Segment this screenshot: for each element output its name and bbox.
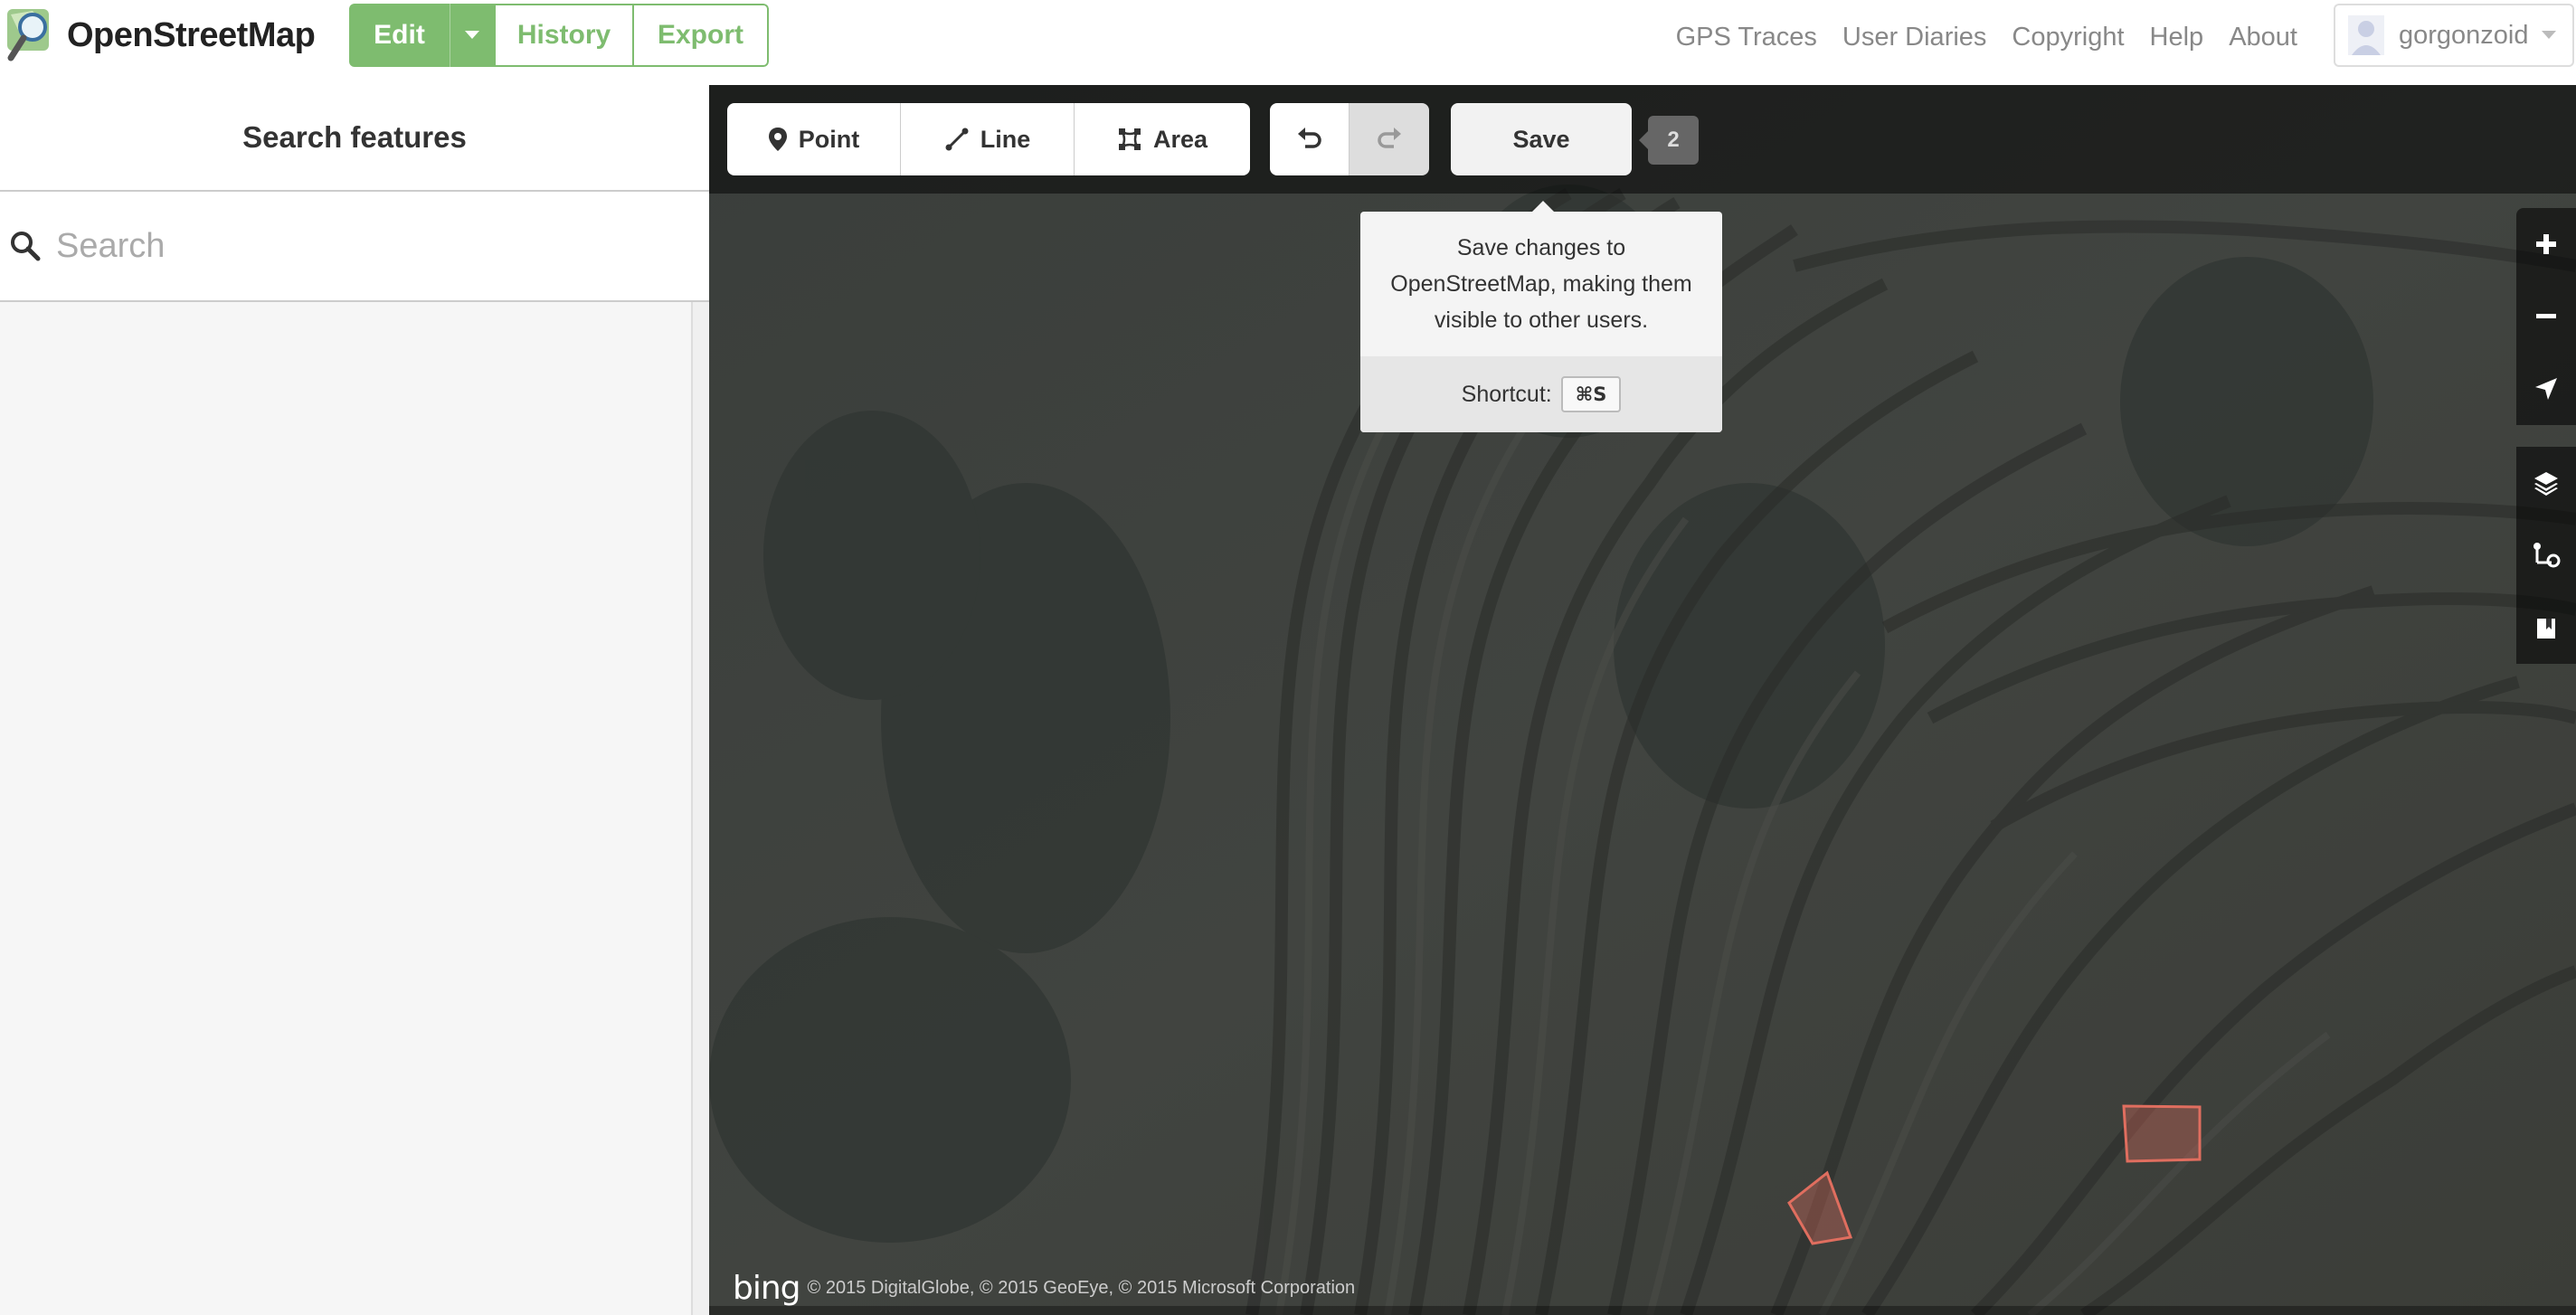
geolocate-icon [2535, 378, 2557, 400]
save-tooltip: Save changes to OpenStreetMap, making th… [1360, 201, 1722, 432]
add-line-button[interactable]: Line [901, 103, 1075, 175]
edit-button-group: Edit History Export [349, 4, 769, 67]
search-bar [0, 192, 709, 302]
map-controls [2516, 208, 2576, 664]
shortcut-label: Shortcut: [1461, 381, 1552, 407]
sidebar-title: Search features [0, 85, 709, 192]
nav-gps-traces[interactable]: GPS Traces [1676, 18, 1817, 56]
layers-icon [2534, 472, 2558, 496]
mode-buttons: Point Line Area [727, 103, 1250, 175]
map-data-button[interactable] [2516, 519, 2576, 591]
imagery-attribution: bing © 2015 DigitalGlobe, © 2015 GeoEye,… [733, 1270, 1355, 1307]
map-footer-bar [709, 1306, 2576, 1315]
area-label: Area [1152, 125, 1208, 153]
username: gorgonzoid [2399, 20, 2529, 50]
attribution-text: © 2015 DigitalGlobe, © 2015 GeoEye, © 20… [807, 1278, 1356, 1298]
zoom-in-icon [2536, 234, 2556, 254]
edit-dropdown-button[interactable] [450, 4, 494, 67]
caret-down-icon [2541, 31, 2556, 39]
line-icon [945, 128, 969, 151]
help-button[interactable] [2516, 591, 2576, 664]
redo-icon [1378, 128, 1401, 148]
caret-down-icon [465, 31, 479, 39]
nav-help[interactable]: Help [2150, 18, 2204, 56]
nav-user-diaries[interactable]: User Diaries [1842, 18, 1987, 56]
redo-button[interactable] [1350, 103, 1429, 175]
search-icon [11, 232, 41, 261]
edit-button[interactable]: Edit [349, 4, 450, 67]
zoom-out-icon [2536, 314, 2556, 318]
export-button[interactable]: Export [633, 4, 769, 67]
top-header: OpenStreetMap Edit History Export GPS Tr… [0, 0, 2576, 85]
zoom-out-button[interactable] [2516, 280, 2576, 353]
point-label: Point [798, 125, 860, 153]
search-input[interactable] [54, 213, 691, 279]
undo-button[interactable] [1270, 103, 1350, 175]
add-area-button[interactable]: Area [1075, 103, 1250, 175]
shortcut-key: ⌘S [1560, 376, 1622, 412]
sidebar-scrollbar[interactable] [691, 302, 711, 1315]
secondary-nav: GPS Traces User Diaries Copyright Help A… [1676, 18, 2297, 56]
undo-redo-buttons [1270, 103, 1429, 175]
background-layers-button[interactable] [2516, 447, 2576, 519]
geolocate-button[interactable] [2516, 353, 2576, 425]
sidebar: Search features [0, 85, 711, 1315]
tooltip-shortcut: Shortcut: ⌘S [1360, 356, 1722, 432]
nav-about[interactable]: About [2229, 18, 2297, 56]
openstreetmap-logo-icon[interactable] [5, 5, 58, 63]
line-label: Line [980, 125, 1031, 153]
undo-icon [1297, 128, 1321, 148]
change-count-badge: 2 [1639, 116, 1699, 165]
user-avatar-icon [2348, 15, 2384, 55]
brand-name[interactable]: OpenStreetMap [67, 13, 316, 58]
map-canvas[interactable]: Point Line Area Save 2 Save changes to O… [709, 85, 2576, 1315]
history-button[interactable]: History [494, 4, 633, 67]
tooltip-text: Save changes to OpenStreetMap, making th… [1390, 235, 1692, 333]
user-menu-button[interactable]: gorgonzoid [2334, 4, 2574, 67]
point-icon [768, 128, 787, 151]
add-point-button[interactable]: Point [727, 103, 901, 175]
area-icon [1118, 128, 1141, 150]
map-data-icon [2533, 543, 2561, 568]
zoom-in-button[interactable] [2516, 208, 2576, 280]
save-button[interactable]: Save [1451, 103, 1632, 175]
area-feature-1 [2122, 1104, 2202, 1163]
help-icon [2537, 619, 2555, 639]
nav-copyright[interactable]: Copyright [2012, 18, 2124, 56]
bing-logo[interactable]: bing [733, 1270, 801, 1307]
